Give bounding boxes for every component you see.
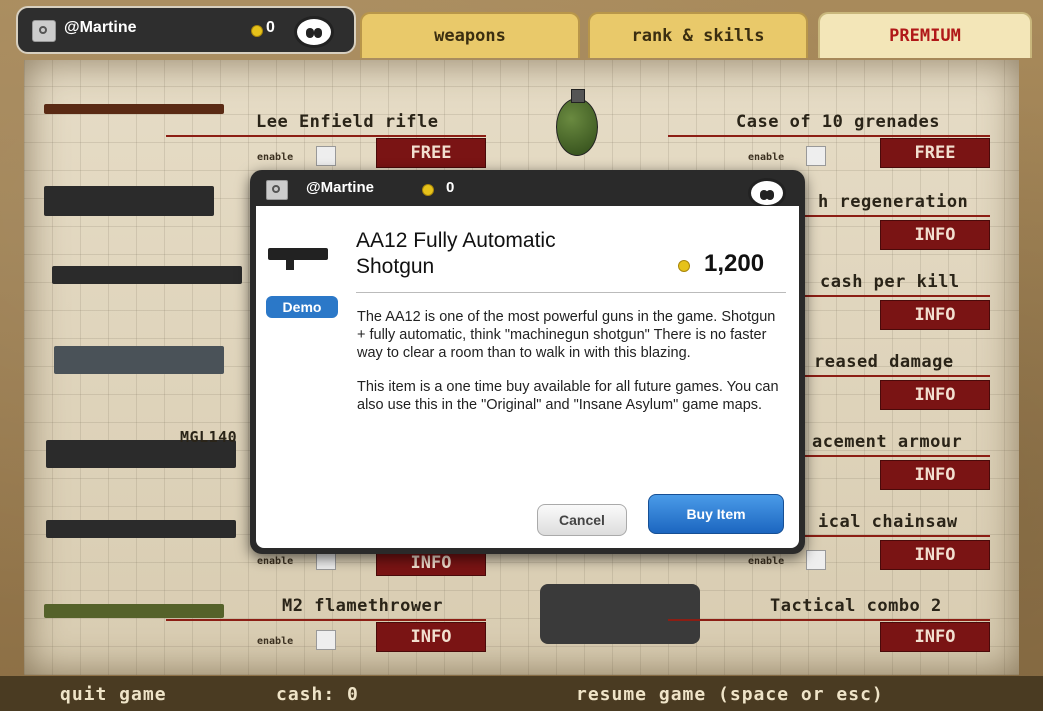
enable-label: enable <box>257 152 294 163</box>
enable-label: enable <box>748 152 785 163</box>
item-description: The AA12 is one of the most powerful gun… <box>357 308 782 414</box>
item-label: Case of 10 grenades <box>736 112 940 132</box>
camera-icon <box>266 180 288 200</box>
enable-label: enable <box>257 636 294 647</box>
enable-checkbox[interactable] <box>316 146 336 166</box>
coin-icon <box>422 184 434 196</box>
underline <box>166 619 486 621</box>
camera-icon <box>32 20 56 42</box>
resume-game-link[interactable]: resume game (space or esc) <box>576 684 884 705</box>
enable-checkbox[interactable] <box>316 630 336 650</box>
dialog-body: AA12 Fully Automatic Shotgun 1,200 Demo … <box>256 206 799 548</box>
item-label: ical chainsaw <box>818 512 958 532</box>
enable-label: enable <box>748 556 785 567</box>
item-label: cash per kill <box>820 272 960 292</box>
shotgun-image <box>268 248 328 270</box>
item-label: MGL140 <box>180 428 238 446</box>
weapon-bundle-image <box>540 584 700 644</box>
game-screen: @Martine 0 weapons rank & skills PREMIUM… <box>0 0 1043 711</box>
weapon-image <box>52 266 242 284</box>
free-button[interactable]: FREE <box>376 138 486 168</box>
coin-icon <box>251 25 263 37</box>
buy-item-button[interactable]: Buy Item <box>648 494 784 534</box>
underline <box>668 135 990 137</box>
lee-enfield-rifle-image <box>44 104 224 114</box>
m2-flamethrower-image <box>44 604 224 618</box>
grenade-image <box>556 89 598 156</box>
item-label: Lee Enfield rifle <box>256 112 439 132</box>
quit-game-link[interactable]: quit game <box>60 684 167 705</box>
info-button[interactable]: INFO <box>880 622 990 652</box>
user-coins: 0 <box>266 19 275 36</box>
dialog-user-coins: 0 <box>446 179 455 196</box>
item-price: 1,200 <box>704 250 765 277</box>
info-button[interactable]: INFO <box>880 460 990 490</box>
purchase-dialog: @Martine 0 AA12 Fully Automatic Shotgun … <box>250 170 805 554</box>
weapon-image <box>54 346 224 374</box>
info-button[interactable]: INFO <box>376 622 486 652</box>
description-paragraph: This item is a one time buy available fo… <box>357 379 779 413</box>
info-button[interactable]: INFO <box>880 300 990 330</box>
cancel-button[interactable]: Cancel <box>537 504 627 536</box>
tab-premium[interactable]: PREMIUM <box>818 12 1032 58</box>
info-button[interactable]: INFO <box>880 380 990 410</box>
user-panel: @Martine 0 <box>16 6 356 54</box>
robot-logo-icon <box>748 178 786 208</box>
weapon-image <box>44 186 214 216</box>
item-label: reased damage <box>814 352 954 372</box>
tab-rank-skills[interactable]: rank & skills <box>588 12 808 58</box>
item-label: h regeneration <box>818 192 969 212</box>
info-button[interactable]: INFO <box>880 220 990 250</box>
dialog-user-name: @Martine <box>306 179 374 196</box>
description-paragraph: The AA12 is one of the most powerful gun… <box>357 309 776 361</box>
enable-label: enable <box>257 556 294 567</box>
underline <box>668 619 990 621</box>
cash-display: cash: 0 <box>276 684 359 705</box>
underline <box>166 135 486 137</box>
weapon-image <box>46 520 236 538</box>
item-title: AA12 Fully Automatic Shotgun <box>356 229 556 278</box>
enable-checkbox[interactable] <box>806 550 826 570</box>
user-name: @Martine <box>64 19 137 36</box>
enable-checkbox[interactable] <box>806 146 826 166</box>
item-label: M2 flamethrower <box>282 596 444 616</box>
divider <box>356 292 786 293</box>
demo-button[interactable]: Demo <box>266 296 338 318</box>
item-label: acement armour <box>812 432 963 452</box>
info-button[interactable]: INFO <box>880 540 990 570</box>
item-label: Tactical combo 2 <box>770 596 942 616</box>
free-button[interactable]: FREE <box>880 138 990 168</box>
coin-icon <box>678 260 690 272</box>
robot-logo-icon <box>294 16 334 48</box>
tab-weapons[interactable]: weapons <box>360 12 580 58</box>
